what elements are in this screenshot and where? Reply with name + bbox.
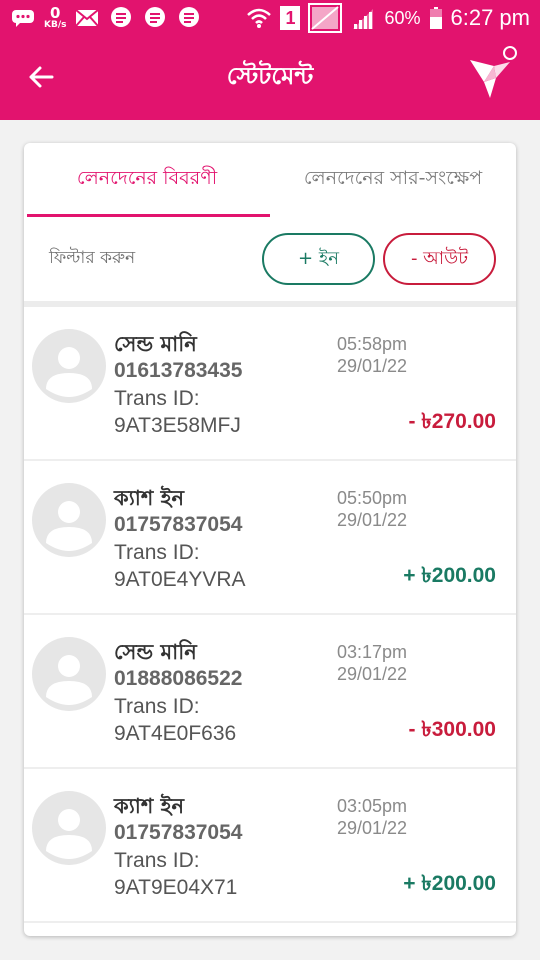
- transaction-row[interactable]: ক্যাশ ইন 01757837054 Trans ID: 9AT9E04X7…: [24, 769, 516, 923]
- filter-row: ফিল্টার করুন + ইন - আউট: [24, 217, 516, 301]
- notification-icons: 0 KB/s: [10, 6, 202, 30]
- transaction-time: 03:17pm: [337, 642, 408, 662]
- trans-id-value: 9AT4E0F636: [114, 722, 237, 745]
- transaction-date: 29/01/22: [337, 664, 408, 684]
- transaction-amount: + ৳200.00: [403, 872, 496, 895]
- transaction-phone: 01757837054: [114, 821, 243, 844]
- signal-icon: [350, 8, 376, 29]
- sim-indicator: 1: [280, 6, 301, 30]
- status-bar: 0 KB/s 1 60% 6:27 pm: [0, 0, 540, 36]
- battery-percent: 60%: [384, 7, 421, 28]
- trans-id-label: Trans ID:: [114, 387, 200, 410]
- chat-bubble-icon: [10, 8, 36, 28]
- back-arrow-icon[interactable]: [26, 62, 56, 92]
- tab-transaction-summary[interactable]: লেনদেনের সার-সংক্ষেপ: [270, 143, 516, 217]
- bkash-logo-icon: [466, 42, 526, 102]
- message-icon-1: [108, 7, 134, 28]
- trans-id-label: Trans ID:: [114, 695, 200, 718]
- statement-card: লেনদেনের বিবরণী লেনদেনের সার-সংক্ষেপ ফিল…: [24, 143, 516, 936]
- system-icons: 1 60% 6:27 pm: [246, 3, 530, 33]
- battery-icon: [429, 7, 443, 29]
- trans-id-value: 9AT9E04X71: [114, 876, 238, 899]
- transaction-type: সেন্ড মানি: [114, 332, 197, 356]
- transaction-phone: 01757837054: [114, 513, 243, 536]
- transaction-row[interactable]: সেন্ড মানি 01888086522 Trans ID: 9AT4E0F…: [24, 615, 516, 769]
- message-icon-2: [142, 7, 168, 28]
- trans-id-label: Trans ID:: [114, 849, 200, 872]
- filter-buttons: + ইন - আউট: [262, 233, 496, 285]
- transaction-date: 29/01/22: [337, 356, 408, 376]
- transaction-amount: - ৳300.00: [408, 718, 496, 741]
- no-sim-icon: [308, 3, 343, 33]
- mail-icon: [74, 8, 100, 28]
- transaction-amount: - ৳270.00: [408, 410, 496, 433]
- message-icon-3: [176, 7, 202, 28]
- transaction-time: 05:50pm: [337, 488, 408, 508]
- clock: 6:27 pm: [450, 5, 531, 30]
- transaction-type: ক্যাশ ইন: [114, 794, 185, 818]
- avatar-icon: [32, 483, 106, 557]
- filter-label: ফিল্টার করুন: [49, 248, 136, 268]
- tab-transaction-details[interactable]: লেনদেনের বিবরণী: [24, 143, 270, 217]
- transaction-time: 03:05pm: [337, 796, 408, 816]
- avatar-icon: [32, 637, 106, 711]
- network-speed-unit: KB/s: [44, 20, 67, 30]
- page-title: স্টেটমেন্ট: [226, 62, 314, 90]
- network-speed-value: 0: [50, 4, 61, 22]
- transaction-row[interactable]: সেন্ড মানি 01613783435 Trans ID: 9AT3E58…: [24, 307, 516, 461]
- network-speed: 0 KB/s: [44, 6, 66, 30]
- transaction-date: 29/01/22: [337, 818, 408, 838]
- app-bar: স্টেটমেন্ট: [0, 36, 540, 120]
- transaction-list: সেন্ড মানি 01613783435 Trans ID: 9AT3E58…: [24, 307, 516, 923]
- transaction-phone: 01888086522: [114, 667, 243, 690]
- transaction-time: 05:58pm: [337, 334, 408, 354]
- trans-id-value: 9AT3E58MFJ: [114, 414, 241, 437]
- trans-id-value: 9AT0E4YVRA: [114, 568, 246, 591]
- filter-in-button[interactable]: + ইন: [262, 233, 375, 285]
- transaction-type: সেন্ড মানি: [114, 640, 197, 664]
- transaction-date: 29/01/22: [337, 510, 408, 530]
- avatar-icon: [32, 329, 106, 403]
- trans-id-label: Trans ID:: [114, 541, 200, 564]
- transaction-amount: + ৳200.00: [403, 564, 496, 587]
- wifi-icon: [246, 8, 272, 28]
- transaction-type: ক্যাশ ইন: [114, 486, 185, 510]
- filter-out-button[interactable]: - আউট: [383, 233, 496, 285]
- transaction-row[interactable]: ক্যাশ ইন 01757837054 Trans ID: 9AT0E4YVR…: [24, 461, 516, 615]
- tab-bar: লেনদেনের বিবরণী লেনদেনের সার-সংক্ষেপ: [24, 143, 516, 217]
- sim-number: 1: [285, 7, 296, 28]
- avatar-icon: [32, 791, 106, 865]
- transaction-phone: 01613783435: [114, 359, 243, 382]
